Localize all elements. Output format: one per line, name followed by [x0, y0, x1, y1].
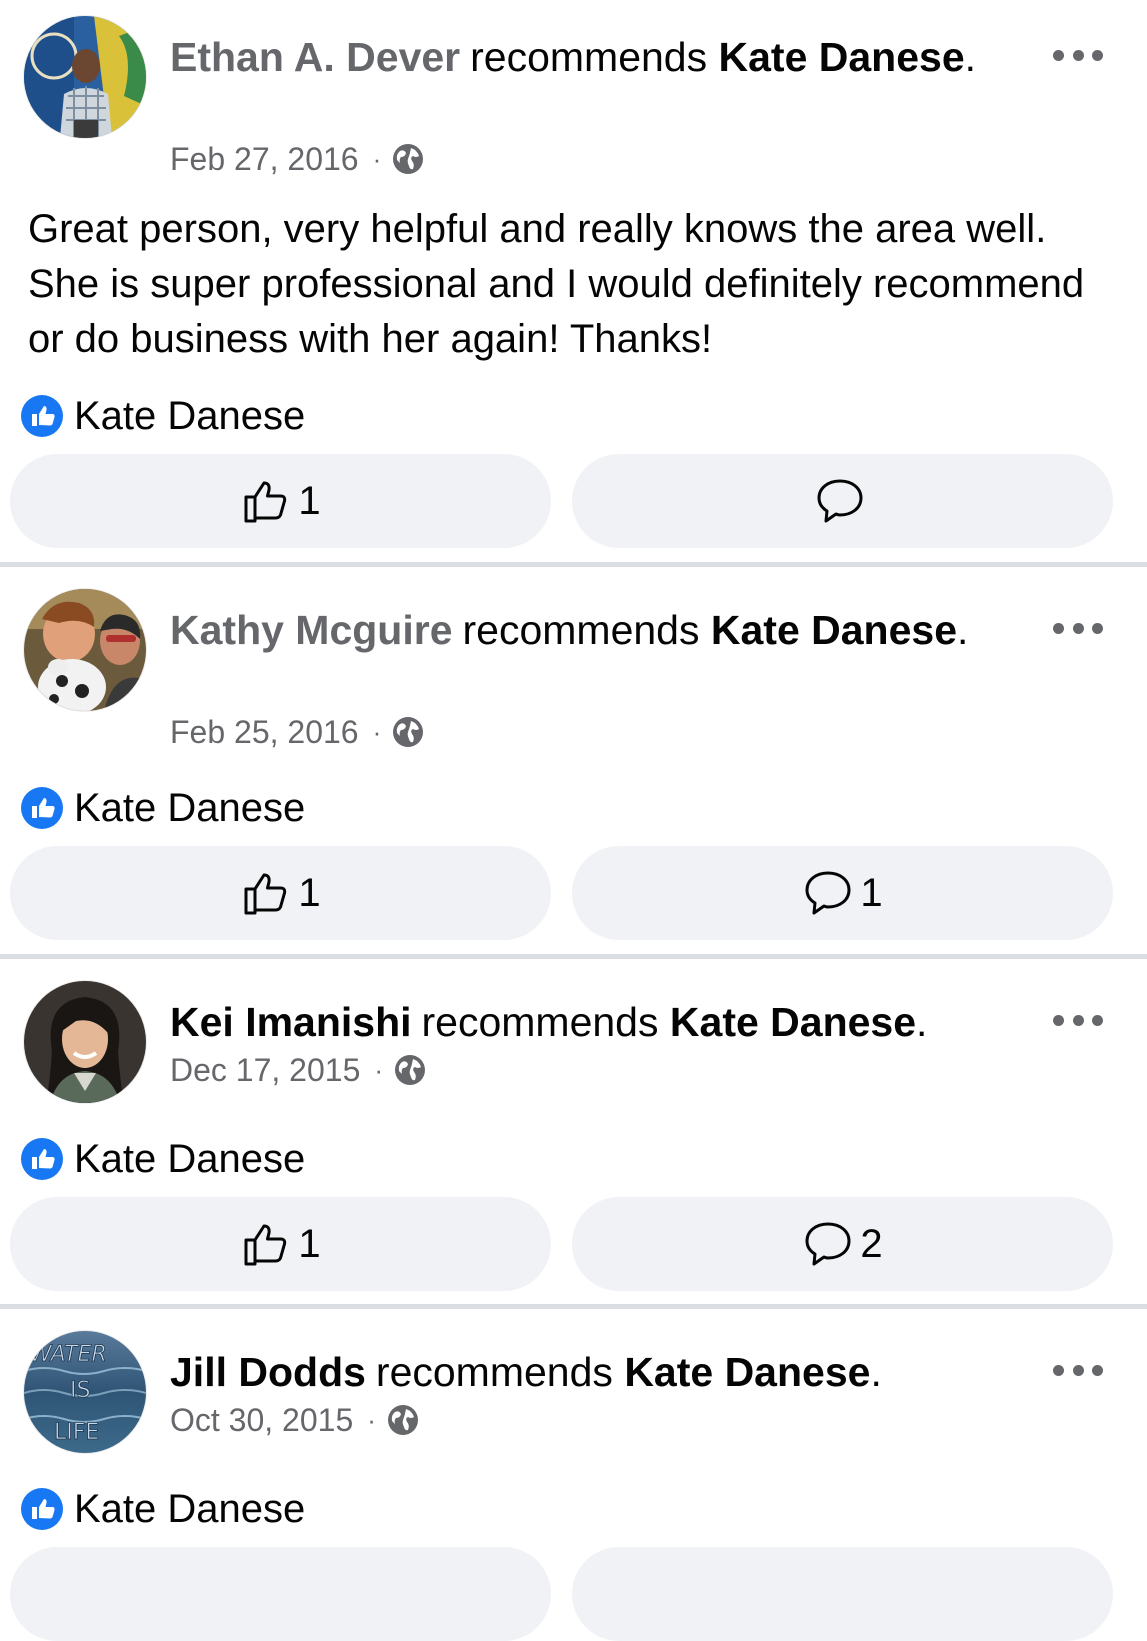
post-header: Ethan A. Dever recommends Kate Danese.	[170, 29, 1030, 85]
post-divider	[0, 562, 1147, 567]
thumbs-up-icon	[244, 1224, 287, 1266]
author-avatar[interactable]	[24, 16, 146, 138]
like-count: 1	[298, 870, 321, 915]
recommend-badge-icon	[21, 1488, 63, 1530]
globe-icon	[387, 1405, 418, 1435]
period: .	[957, 607, 969, 653]
like-count: 1	[298, 478, 321, 523]
post-meta: Feb 25, 2016 ·	[170, 710, 425, 754]
author-name[interactable]: Kei Imanishi	[170, 999, 412, 1045]
like-button[interactable]	[10, 1547, 551, 1641]
recommend-badge-icon	[21, 1138, 63, 1180]
avatar-text-water: WATER	[30, 1342, 107, 1367]
like-button[interactable]: 1	[10, 454, 551, 548]
globe-icon	[395, 1055, 426, 1085]
comment-button[interactable]	[572, 454, 1113, 548]
globe-icon	[393, 144, 424, 174]
post-text: Great person, very helpful and really kn…	[28, 207, 1085, 361]
meta-separator: ·	[367, 1404, 376, 1435]
period: .	[870, 1349, 882, 1395]
post-date[interactable]: Dec 17, 2015	[170, 1052, 360, 1089]
recommended-page-link[interactable]: Kate Danese	[711, 607, 957, 653]
post-date[interactable]: Feb 27, 2016	[170, 141, 359, 178]
meta-separator: ·	[372, 716, 382, 747]
recommended-page-link[interactable]: Kate Danese	[670, 999, 916, 1045]
recommendation-target[interactable]: Kate Danese	[20, 392, 305, 440]
author-avatar[interactable]	[24, 589, 146, 711]
post-meta: Oct 30, 2015 ·	[170, 1398, 420, 1442]
recommendation-target[interactable]: Kate Danese	[20, 1135, 305, 1183]
post-divider	[0, 1304, 1147, 1309]
comment-button[interactable]: 1	[572, 846, 1113, 940]
avatar-text-is: IS	[70, 1378, 90, 1403]
post-date[interactable]: Oct 30, 2015	[170, 1402, 353, 1439]
period: .	[964, 34, 977, 80]
author-name[interactable]: Ethan A. Dever	[170, 34, 460, 80]
thumbs-up-icon	[244, 481, 287, 523]
post-header: Kathy Mcguire recommends Kate Danese.	[170, 602, 1030, 658]
like-count: 1	[298, 1221, 321, 1266]
more-options-icon[interactable]	[1053, 43, 1103, 67]
recommend-badge-icon	[21, 787, 63, 829]
comment-count: 2	[860, 1221, 883, 1266]
comment-icon	[805, 1222, 851, 1266]
comment-count: 1	[860, 870, 883, 915]
like-button[interactable]: 1	[10, 846, 551, 940]
recommendation-target-name: Kate Danese	[74, 785, 306, 830]
recommends-verb: recommends	[462, 607, 700, 653]
recommends-verb: recommends	[375, 1349, 613, 1395]
more-options-icon[interactable]	[1053, 616, 1103, 640]
meta-separator: ·	[372, 143, 382, 174]
recommendation-target-name: Kate Danese	[74, 1486, 306, 1531]
recommends-verb: recommends	[470, 34, 708, 80]
more-options-icon[interactable]	[1053, 1358, 1103, 1382]
post-header: Kei Imanishi recommends Kate Danese.	[170, 994, 1030, 1050]
author-avatar[interactable]	[24, 981, 146, 1103]
post-meta: Dec 17, 2015 ·	[170, 1048, 427, 1092]
post-meta: Feb 27, 2016 ·	[170, 137, 425, 181]
recommended-page-link[interactable]: Kate Danese	[624, 1349, 870, 1395]
recommendation-target-name: Kate Danese	[74, 393, 306, 438]
comment-icon	[817, 479, 862, 523]
globe-icon	[393, 717, 424, 747]
thumbs-up-icon	[244, 873, 287, 915]
post-header: Jill Dodds recommends Kate Danese.	[170, 1344, 1030, 1400]
recommendation-target-name: Kate Danese	[74, 1136, 306, 1181]
recommends-verb: recommends	[421, 999, 659, 1045]
comment-button[interactable]	[572, 1547, 1113, 1641]
avatar-text-life: LIFE	[54, 1420, 99, 1445]
author-name[interactable]: Jill Dodds	[170, 1349, 366, 1395]
more-options-icon[interactable]	[1053, 1008, 1103, 1032]
recommended-page-link[interactable]: Kate Danese	[719, 34, 965, 80]
author-avatar[interactable]: WATER IS LIFE	[24, 1331, 146, 1453]
comment-icon	[805, 871, 851, 915]
period: .	[916, 999, 928, 1045]
meta-separator: ·	[374, 1054, 384, 1085]
post-divider	[0, 954, 1147, 959]
recommend-badge-icon	[21, 395, 63, 437]
recommendation-target[interactable]: Kate Danese	[20, 1485, 305, 1533]
like-button[interactable]: 1	[10, 1197, 551, 1291]
post-date[interactable]: Feb 25, 2016	[170, 714, 359, 751]
author-name[interactable]: Kathy Mcguire	[170, 607, 453, 653]
recommendation-target[interactable]: Kate Danese	[20, 784, 305, 832]
comment-button[interactable]: 2	[572, 1197, 1113, 1291]
